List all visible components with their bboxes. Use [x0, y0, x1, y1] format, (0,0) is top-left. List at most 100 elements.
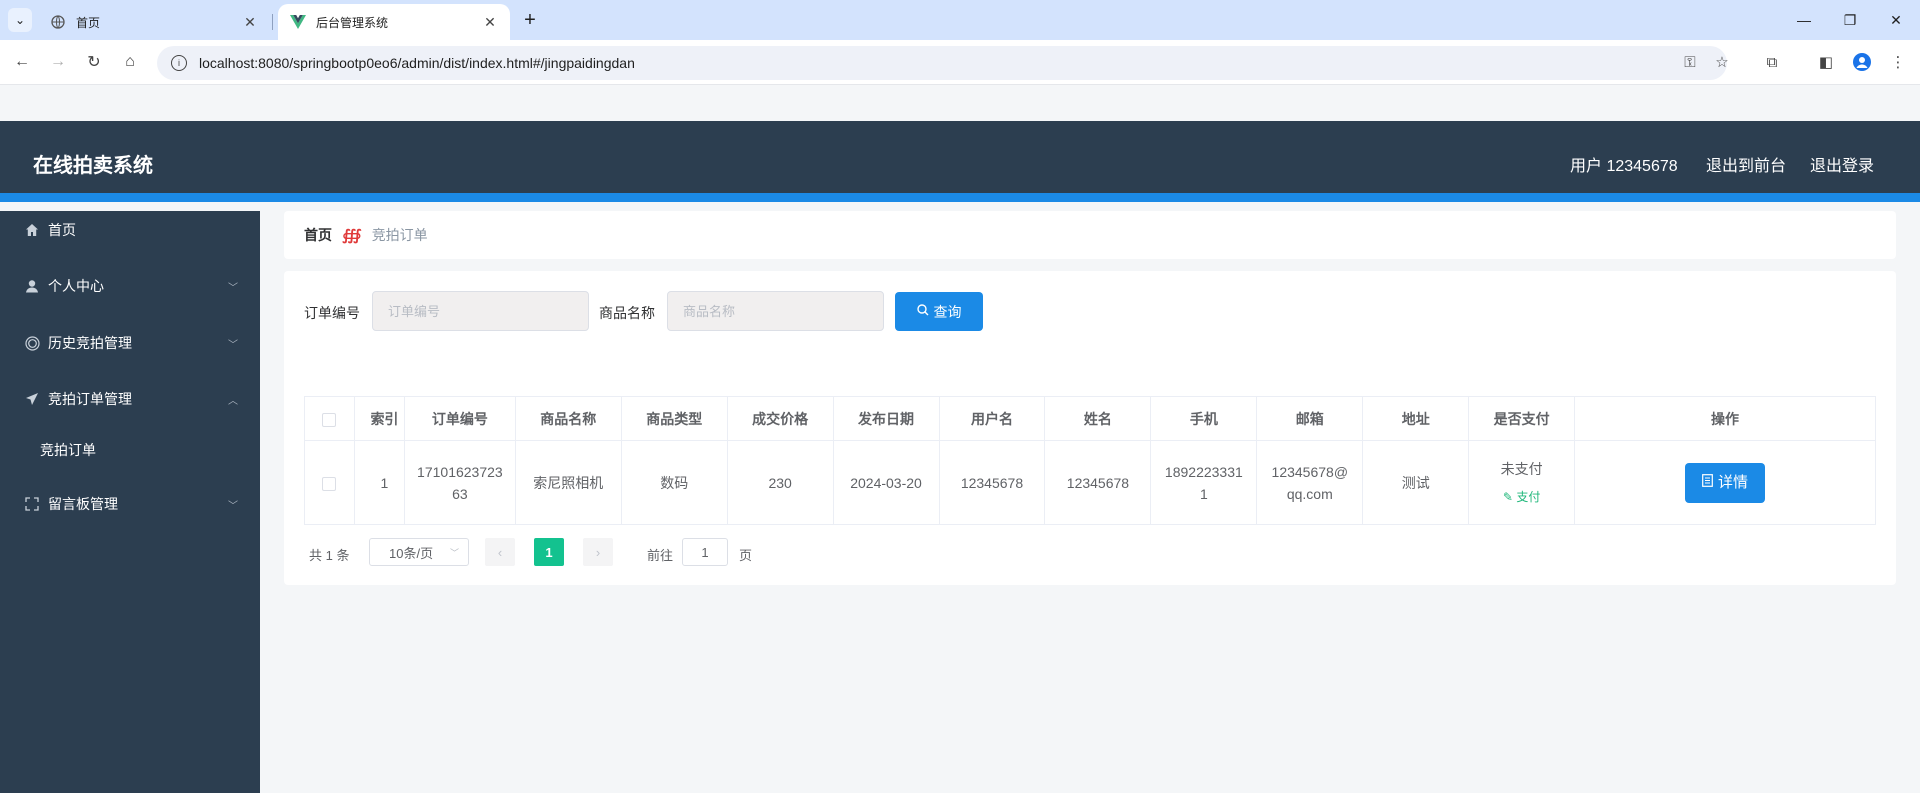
column-header: 是否支付 [1468, 396, 1576, 441]
reload-icon[interactable]: ↻ [80, 48, 108, 76]
cell-price: 230 [726, 440, 834, 525]
main-content: 订单编号 商品名称 查询 索引 订单编号 商品名称 商品类型 成交价格 发布日期… [284, 271, 1896, 585]
sidebar-subitem-bid-order[interactable]: 竞拍订单 [0, 431, 260, 469]
column-header: 索引 [353, 396, 405, 441]
row-checkbox-cell [304, 440, 355, 525]
goto-label: 前往 [647, 548, 674, 563]
column-header: 用户名 [938, 396, 1046, 441]
sidebar: 首页 个人中心 ﹀ 历史竞拍管理 ﹀ 竞拍订单管理 ︿ 竞拍订单 留言板管理 ﹀ [0, 211, 260, 793]
column-header: 姓名 [1044, 396, 1152, 441]
column-header: 手机 [1150, 396, 1258, 441]
table-header-row: 索引 订单编号 商品名称 商品类型 成交价格 发布日期 用户名 姓名 手机 邮箱… [304, 396, 1876, 441]
pay-link[interactable]: ✎ 支付 [1503, 486, 1540, 508]
browser-tab-admin[interactable]: 后台管理系统 ✕ [278, 4, 510, 40]
product-name-label: 商品名称 [599, 305, 655, 321]
restore-button[interactable]: ❐ [1827, 0, 1873, 40]
vue-logo-icon [290, 14, 306, 30]
query-button[interactable]: 查询 [895, 292, 983, 331]
chevron-down-icon: ﹀ [228, 283, 238, 294]
edit-icon: ✎ [1502, 489, 1513, 504]
browser-tab-title: 后台管理系统 [316, 15, 389, 30]
cell-email: 12345678@qq.com [1256, 440, 1364, 525]
column-header: 发布日期 [832, 396, 940, 441]
goto-suffix: 页 [739, 548, 753, 563]
side-panel-icon[interactable]: ◧ [1812, 48, 1840, 76]
next-page-button[interactable]: › [583, 538, 613, 566]
browser-menu-icon[interactable]: ⋮ [1884, 48, 1912, 76]
url-text: localhost:8080/springbootp0eo6/admin/dis… [199, 55, 635, 71]
pagination-total: 共 1 条 [309, 548, 350, 563]
sidebar-item-label: 历史竞拍管理 [48, 335, 132, 351]
sidebar-item-label: 留言板管理 [48, 496, 118, 512]
cell-date: 2024-03-20 [832, 440, 940, 525]
sidebar-item-bid-orders[interactable]: 竞拍订单管理 ︿ [0, 380, 260, 418]
app-title: 在线拍卖系统 [33, 155, 153, 177]
new-tab-button[interactable]: + [518, 8, 542, 32]
column-header: 地址 [1362, 396, 1470, 441]
sidebar-item-profile[interactable]: 个人中心 ﹀ [0, 267, 260, 305]
sidebar-item-messages[interactable]: 留言板管理 ﹀ [0, 485, 260, 523]
page-size-value: 10条/页 [389, 545, 434, 561]
cell-name: 12345678 [1044, 440, 1152, 525]
close-window-button[interactable]: ✕ [1873, 0, 1919, 40]
browser-toolbar: ← → ↻ ⌂ i localhost:8080/springbootp0eo6… [0, 40, 1920, 85]
profile-avatar-icon[interactable] [1848, 48, 1876, 76]
cell-paid: 未支付 ✎ 支付 [1468, 440, 1576, 525]
cell-product-name: 索尼照相机 [514, 440, 622, 525]
goto-page-input[interactable] [682, 538, 728, 566]
app-header: 在线拍卖系统 用户 12345678 退出到前台 退出登录 [0, 121, 1920, 202]
product-name-input[interactable] [667, 291, 884, 331]
sidebar-item-home[interactable]: 首页 [0, 211, 260, 249]
sidebar-item-history-bids[interactable]: 历史竞拍管理 ﹀ [0, 324, 260, 362]
cell-address: 测试 [1362, 440, 1470, 525]
prev-page-button[interactable]: ‹ [485, 538, 515, 566]
tab-search-button[interactable]: ⌄ [8, 8, 32, 32]
page-size-select[interactable]: 10条/页 ﹀ [369, 538, 469, 566]
cell-actions: 详情 [1574, 440, 1876, 525]
sidebar-item-label: 竞拍订单 [40, 442, 96, 458]
cell-index: 1 [353, 440, 405, 525]
detail-button[interactable]: 详情 [1685, 462, 1766, 503]
chevron-up-icon: ︿ [228, 396, 238, 407]
order-no-input[interactable] [372, 291, 589, 331]
send-icon [24, 391, 40, 407]
page-number-current[interactable]: 1 [534, 538, 564, 566]
breadcrumb-separator-icon: ∰ [342, 227, 362, 244]
search-icon [916, 304, 929, 319]
tab-divider [272, 14, 273, 30]
bookmark-star-icon[interactable]: ☆ [1708, 48, 1736, 76]
logout-link[interactable]: 退出登录 [1810, 152, 1874, 176]
extensions-icon[interactable]: ⧉ [1758, 48, 1786, 76]
order-no-label: 订单编号 [304, 305, 360, 321]
minimize-button[interactable]: — [1781, 0, 1827, 40]
breadcrumb-home[interactable]: 首页 [304, 225, 332, 245]
breadcrumb: 首页 ∰ 竞拍订单 [284, 211, 1896, 259]
back-icon[interactable]: ← [8, 48, 36, 76]
chevron-down-icon: ﹀ [449, 548, 459, 558]
detail-button-label: 详情 [1718, 473, 1749, 491]
password-key-icon[interactable]: ⚿ [1676, 48, 1704, 76]
sidebar-item-label: 个人中心 [48, 278, 104, 294]
home-browser-icon[interactable]: ⌂ [116, 48, 144, 76]
forward-icon[interactable]: → [44, 48, 72, 76]
sidebar-item-label: 首页 [48, 222, 76, 238]
address-bar[interactable]: i localhost:8080/springbootp0eo6/admin/d… [157, 46, 1727, 80]
orders-table: 索引 订单编号 商品名称 商品类型 成交价格 发布日期 用户名 姓名 手机 邮箱… [304, 396, 1876, 525]
home-icon [24, 222, 40, 238]
select-all-checkbox[interactable] [322, 412, 337, 427]
column-header: 商品类型 [620, 396, 728, 441]
site-info-icon[interactable]: i [171, 55, 187, 71]
column-header: 邮箱 [1256, 396, 1364, 441]
browser-tab-home[interactable]: 首页 ✕ [38, 4, 270, 40]
pay-link-label: 支付 [1516, 489, 1541, 504]
cell-order-no: 1710162372363 [403, 440, 516, 525]
browser-tab-title: 首页 [76, 15, 101, 30]
cell-phone: 18922233311 [1150, 440, 1258, 525]
browser-tab-strip: ⌄ 首页 ✕ 后台管理系统 ✕ + — ❐ ✕ [0, 0, 1920, 40]
ring-icon [24, 335, 40, 351]
row-checkbox[interactable] [322, 476, 337, 491]
close-tab-icon[interactable]: ✕ [482, 14, 498, 30]
close-tab-icon[interactable]: ✕ [242, 14, 258, 30]
chevron-left-icon: ‹ [497, 544, 503, 560]
back-to-front-link[interactable]: 退出到前台 [1706, 152, 1786, 176]
